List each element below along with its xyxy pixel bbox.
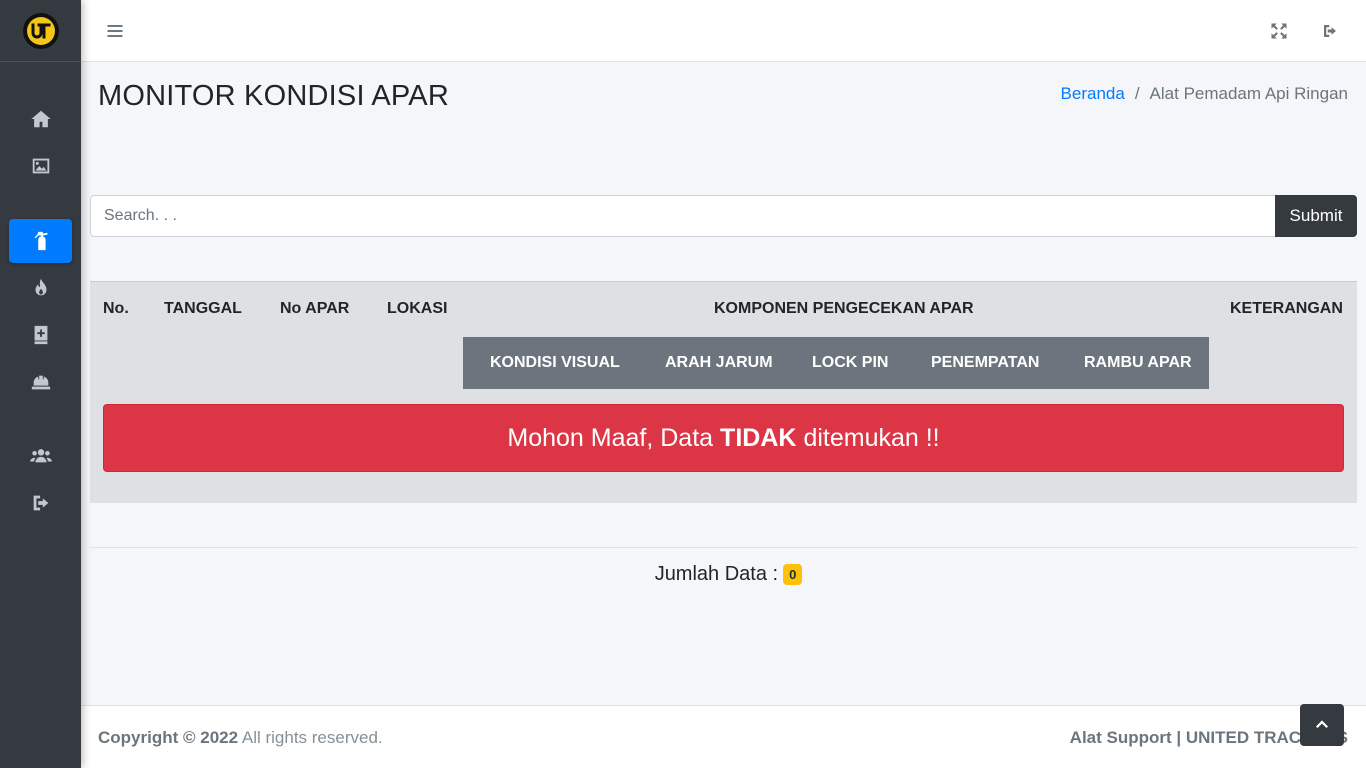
header-no: No. bbox=[103, 300, 129, 317]
back-to-top-button[interactable] bbox=[1300, 704, 1344, 746]
sidebar-item-users[interactable] bbox=[9, 434, 72, 478]
no-data-alert: Mohon Maaf, Data TIDAK ditemukan !! bbox=[103, 404, 1344, 472]
header-tanggal: TANGGAL bbox=[164, 300, 242, 317]
data-count-label: Jumlah Data : bbox=[654, 563, 779, 585]
home-icon bbox=[30, 110, 51, 128]
footer-copyright-bold: Copyright © 2022 bbox=[98, 728, 239, 747]
header-no-apar: No APAR bbox=[280, 300, 350, 317]
brand[interactable] bbox=[0, 0, 81, 62]
sign-out-icon bbox=[33, 495, 48, 511]
sidebar-item-medical[interactable] bbox=[9, 313, 72, 357]
logout-button[interactable] bbox=[1315, 16, 1345, 46]
top-navbar bbox=[81, 0, 1366, 62]
header-komponen: KOMPONEN PENGECEKAN APAR bbox=[714, 300, 974, 317]
data-count-badge: 0 bbox=[783, 564, 803, 585]
data-count-summary: Jumlah Data : 0 bbox=[0, 563, 1366, 586]
search-input[interactable] bbox=[90, 195, 1275, 237]
komponen-subheader-row: KONDISI VISUAL ARAH JARUM LOCK PIN PENEM… bbox=[463, 337, 1209, 389]
fire-extinguisher-icon bbox=[34, 231, 47, 251]
sidebar-item-fire[interactable] bbox=[9, 266, 72, 310]
footer: Copyright © 2022 All rights reserved. Al… bbox=[81, 705, 1366, 768]
chevron-up-icon bbox=[1315, 720, 1329, 729]
alert-text-emphasis: TIDAK bbox=[720, 423, 797, 452]
fullscreen-button[interactable] bbox=[1264, 16, 1294, 46]
subheader-penempatan: PENEMPATAN bbox=[931, 354, 1040, 371]
footer-copyright: Copyright © 2022 All rights reserved. bbox=[98, 728, 383, 748]
sidebar bbox=[0, 0, 81, 768]
sidebar-item-safety[interactable] bbox=[9, 360, 72, 404]
sidebar-item-gallery[interactable] bbox=[9, 144, 72, 188]
users-icon bbox=[29, 449, 52, 463]
alert-text-after: ditemukan !! bbox=[803, 423, 940, 452]
sidebar-item-apar[interactable] bbox=[9, 219, 72, 263]
ut-logo-icon[interactable] bbox=[22, 12, 59, 49]
subheader-lock-pin: LOCK PIN bbox=[812, 354, 889, 371]
breadcrumb-home-link[interactable]: Beranda bbox=[1061, 84, 1125, 104]
divider bbox=[90, 547, 1357, 548]
subheader-rambu-apar: RAMBU APAR bbox=[1084, 354, 1192, 371]
subheader-arah-jarum: ARAH JARUM bbox=[665, 354, 773, 371]
sign-out-icon bbox=[1324, 25, 1336, 37]
medical-book-icon bbox=[34, 325, 47, 345]
footer-copyright-rest: All rights reserved. bbox=[241, 728, 383, 747]
submit-button[interactable]: Submit bbox=[1275, 195, 1357, 237]
fire-icon bbox=[35, 278, 46, 296]
page-title: MONITOR KONDISI APAR bbox=[98, 80, 449, 112]
apar-table: No. TANGGAL No APAR LOKASI KOMPONEN PENG… bbox=[90, 281, 1357, 503]
expand-icon bbox=[1271, 23, 1287, 39]
header-keterangan: KETERANGAN bbox=[1230, 300, 1343, 317]
sidebar-item-home[interactable] bbox=[9, 97, 72, 141]
hamburger-menu-button[interactable] bbox=[100, 16, 130, 46]
alert-text-before: Mohon Maaf, Data bbox=[507, 423, 714, 452]
sidebar-item-logout[interactable] bbox=[9, 481, 72, 525]
breadcrumb-separator: / bbox=[1134, 84, 1140, 103]
subheader-kondisi-visual: KONDISI VISUAL bbox=[490, 354, 620, 371]
hard-hat-icon bbox=[31, 375, 50, 390]
header-lokasi: LOKASI bbox=[387, 300, 448, 317]
hamburger-menu-icon bbox=[107, 25, 123, 37]
search-form: Submit bbox=[90, 195, 1357, 237]
breadcrumb: Beranda / Alat Pemadam Api Ringan bbox=[1061, 84, 1348, 104]
image-icon bbox=[32, 158, 49, 174]
breadcrumb-current: Alat Pemadam Api Ringan bbox=[1149, 84, 1348, 103]
